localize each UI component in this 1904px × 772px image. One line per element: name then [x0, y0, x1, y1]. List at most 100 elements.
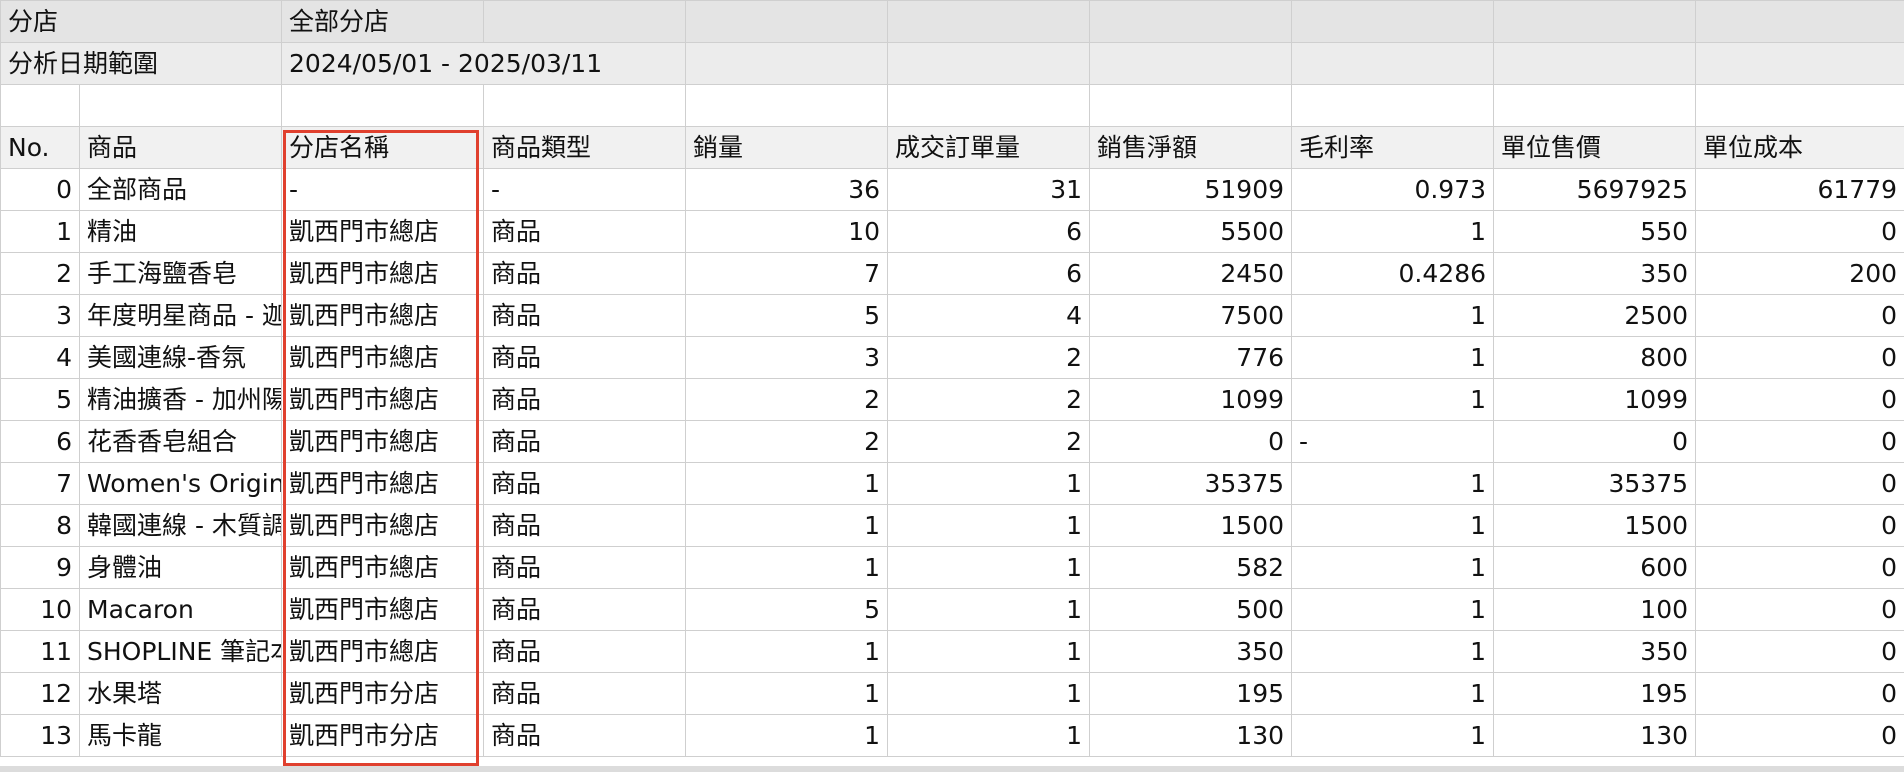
empty-cell[interactable]	[1493, 84, 1697, 127]
empty-cell[interactable]	[887, 84, 1091, 127]
table-cell[interactable]: 凱西門市總店	[281, 210, 485, 253]
table-cell[interactable]: 商品	[483, 420, 687, 463]
table-cell[interactable]: 水果塔	[78, 672, 283, 715]
table-cell[interactable]: 韓國連線 - 木質調	[78, 504, 283, 547]
table-cell[interactable]: 130	[1089, 714, 1293, 757]
table-cell[interactable]: Macaron	[78, 588, 283, 631]
table-cell[interactable]: 1	[1291, 210, 1495, 253]
table-cell[interactable]: 31	[887, 168, 1091, 211]
table-cell[interactable]: 4	[887, 294, 1091, 337]
column-header[interactable]: 商品	[78, 126, 283, 169]
store-value[interactable]: 全部分店	[281, 0, 485, 43]
table-cell[interactable]: 4	[0, 336, 80, 379]
table-cell[interactable]: 350	[1493, 630, 1697, 673]
empty-cell[interactable]	[685, 42, 889, 85]
table-cell[interactable]: 6	[887, 210, 1091, 253]
table-cell[interactable]: 0.4286	[1291, 252, 1495, 295]
table-cell[interactable]: 7	[0, 462, 80, 505]
table-cell[interactable]: 2	[685, 420, 889, 463]
table-cell[interactable]: 1	[1291, 378, 1495, 421]
table-cell[interactable]: 2500	[1493, 294, 1697, 337]
empty-cell[interactable]	[281, 84, 485, 127]
table-cell[interactable]: 精油	[78, 210, 283, 253]
table-cell[interactable]: 0	[1695, 294, 1904, 337]
table-cell[interactable]: 商品	[483, 336, 687, 379]
table-cell[interactable]: 1	[685, 462, 889, 505]
empty-cell[interactable]	[1695, 84, 1904, 127]
table-cell[interactable]: 0	[1695, 336, 1904, 379]
empty-cell[interactable]	[685, 84, 889, 127]
table-cell[interactable]: 0	[1695, 546, 1904, 589]
table-cell[interactable]: 1	[685, 630, 889, 673]
table-cell[interactable]: 12	[0, 672, 80, 715]
table-cell[interactable]: 1	[887, 714, 1091, 757]
table-cell[interactable]: 800	[1493, 336, 1697, 379]
column-header[interactable]: 毛利率	[1291, 126, 1495, 169]
table-cell[interactable]: 商品	[483, 378, 687, 421]
table-cell[interactable]: 商品	[483, 630, 687, 673]
table-cell[interactable]: 600	[1493, 546, 1697, 589]
table-cell[interactable]: 全部商品	[78, 168, 283, 211]
empty-cell[interactable]	[1695, 42, 1904, 85]
table-cell[interactable]: 9	[0, 546, 80, 589]
column-header[interactable]: 單位成本	[1695, 126, 1904, 169]
table-cell[interactable]: 凱西門市總店	[281, 504, 485, 547]
table-cell[interactable]: 0	[1695, 588, 1904, 631]
table-cell[interactable]: 商品	[483, 210, 687, 253]
empty-cell[interactable]	[483, 84, 687, 127]
table-cell[interactable]: 0	[1695, 672, 1904, 715]
table-cell[interactable]: 350	[1089, 630, 1293, 673]
table-cell[interactable]: Women's Original	[78, 462, 283, 505]
table-cell[interactable]: 1	[0, 210, 80, 253]
table-cell[interactable]: 1	[685, 546, 889, 589]
table-cell[interactable]: 花香香皂組合	[78, 420, 283, 463]
table-cell[interactable]: 1	[887, 588, 1091, 631]
table-cell[interactable]: 1	[1291, 714, 1495, 757]
empty-cell[interactable]	[887, 42, 1091, 85]
table-cell[interactable]: 10	[685, 210, 889, 253]
table-cell[interactable]: 凱西門市總店	[281, 588, 485, 631]
table-cell[interactable]: 1	[1291, 588, 1495, 631]
table-cell[interactable]: 1500	[1493, 504, 1697, 547]
table-cell[interactable]: 6	[0, 420, 80, 463]
table-cell[interactable]: 2450	[1089, 252, 1293, 295]
table-cell[interactable]: 0	[1493, 420, 1697, 463]
table-cell[interactable]: 500	[1089, 588, 1293, 631]
table-cell[interactable]: 凱西門市總店	[281, 420, 485, 463]
empty-cell[interactable]	[1089, 0, 1293, 43]
table-cell[interactable]: 35375	[1089, 462, 1293, 505]
table-cell[interactable]: 0	[1695, 714, 1904, 757]
table-cell[interactable]: 商品	[483, 462, 687, 505]
table-cell[interactable]: 195	[1089, 672, 1293, 715]
table-cell[interactable]: 1	[887, 630, 1091, 673]
column-header[interactable]: 銷量	[685, 126, 889, 169]
table-cell[interactable]: 51909	[1089, 168, 1293, 211]
table-cell[interactable]: 商品	[483, 252, 687, 295]
column-header[interactable]: 分店名稱	[281, 126, 485, 169]
table-cell[interactable]: 身體油	[78, 546, 283, 589]
table-cell[interactable]: 馬卡龍	[78, 714, 283, 757]
table-cell[interactable]: 0	[1695, 420, 1904, 463]
table-cell[interactable]: 1099	[1089, 378, 1293, 421]
empty-cell[interactable]	[1291, 84, 1495, 127]
table-cell[interactable]: 0.973	[1291, 168, 1495, 211]
empty-cell[interactable]	[685, 0, 889, 43]
table-cell[interactable]: 550	[1493, 210, 1697, 253]
empty-cell[interactable]	[1493, 0, 1697, 43]
table-cell[interactable]: 5	[0, 378, 80, 421]
table-cell[interactable]: 1	[1291, 630, 1495, 673]
table-cell[interactable]: 13	[0, 714, 80, 757]
table-cell[interactable]: 11	[0, 630, 80, 673]
column-header[interactable]: 銷售淨額	[1089, 126, 1293, 169]
table-cell[interactable]: 商品	[483, 672, 687, 715]
table-cell[interactable]: 2	[887, 378, 1091, 421]
table-cell[interactable]: 6	[887, 252, 1091, 295]
store-label[interactable]: 分店	[0, 0, 283, 43]
column-header[interactable]: No.	[0, 126, 80, 169]
table-cell[interactable]: 凱西門市分店	[281, 672, 485, 715]
table-cell[interactable]: 1	[685, 714, 889, 757]
table-cell[interactable]: 200	[1695, 252, 1904, 295]
empty-cell[interactable]	[0, 84, 80, 127]
table-cell[interactable]: 1	[1291, 336, 1495, 379]
table-cell[interactable]: 3	[0, 294, 80, 337]
